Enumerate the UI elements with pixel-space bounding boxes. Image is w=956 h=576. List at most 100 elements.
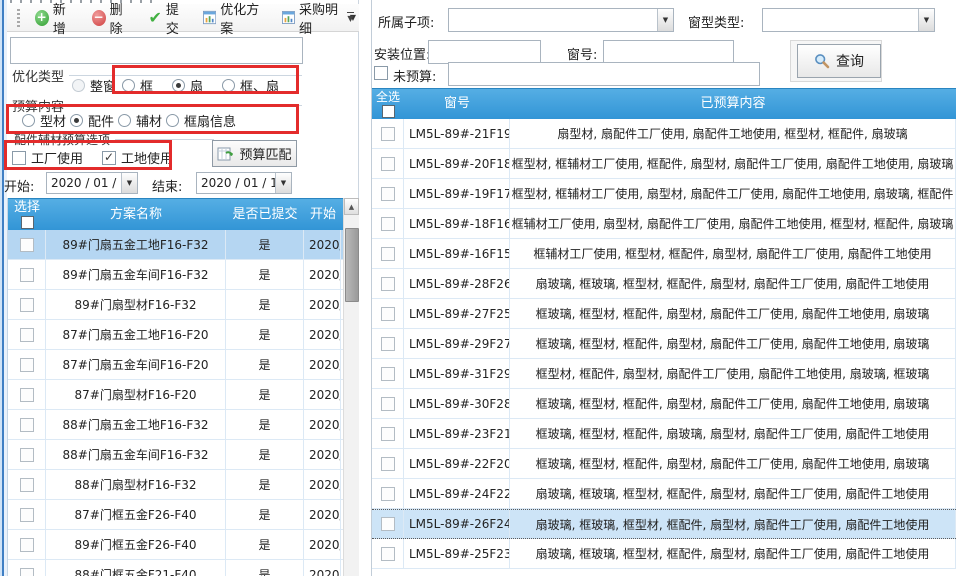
- row-checkbox[interactable]: [20, 328, 34, 342]
- table-row[interactable]: LM5L-89#-25F23 扇玻璃, 框玻璃, 框型材, 框配件, 扇型材, …: [372, 539, 956, 569]
- row-checkbox[interactable]: [381, 247, 395, 261]
- table-row[interactable]: LM5L-89#-16F15 框辅材工厂使用, 框型材, 框配件, 扇型材, 扇…: [372, 239, 956, 269]
- no-budget-input[interactable]: [448, 62, 760, 86]
- row-checkbox[interactable]: [381, 337, 395, 351]
- row-checkbox[interactable]: [381, 127, 395, 141]
- chevron-down-icon[interactable]: ▼: [275, 173, 291, 193]
- query-button[interactable]: 查询: [797, 44, 881, 78]
- install-position-input[interactable]: [428, 40, 541, 64]
- row-checkbox[interactable]: [20, 418, 34, 432]
- scheme-filter-input[interactable]: [10, 37, 303, 64]
- table-row[interactable]: 88#门框五金F21-F40 是 2020/0: [8, 560, 359, 576]
- optimize-plan-button[interactable]: 优化方案: [200, 0, 269, 39]
- table-row[interactable]: LM5L-89#-20F18 框型材, 框辅材工厂使用, 框配件, 扇型材, 扇…: [372, 149, 956, 179]
- row-checkbox[interactable]: [20, 568, 34, 576]
- toolbar-grip[interactable]: [17, 9, 20, 27]
- table-row[interactable]: LM5L-89#-31F29 框型材, 框配件, 扇型材, 扇配件工厂使用, 扇…: [372, 359, 956, 389]
- table-row[interactable]: LM5L-89#-23F21 框玻璃, 框型材, 框配件, 扇玻璃, 扇型材, …: [372, 419, 956, 449]
- row-checkbox[interactable]: [381, 517, 395, 531]
- window-no-cell: LM5L-89#-16F15: [404, 239, 510, 268]
- table-row[interactable]: 88#门扇型材F16-F32 是 2020/0: [8, 470, 359, 500]
- radio-frame-sash[interactable]: 框、扇: [222, 76, 279, 95]
- radio-icon[interactable]: [166, 114, 179, 127]
- chevron-down-icon[interactable]: ▼: [918, 9, 934, 31]
- row-checkbox[interactable]: [20, 298, 34, 312]
- checkbox-site-use[interactable]: 工地使用: [102, 148, 173, 167]
- radio-icon[interactable]: [222, 79, 235, 92]
- radio-frame-sash-info[interactable]: 框扇信息: [166, 111, 236, 130]
- row-checkbox[interactable]: [381, 187, 395, 201]
- radio-sash[interactable]: 扇: [172, 76, 203, 95]
- add-button[interactable]: + 新增: [32, 0, 79, 39]
- radio-icon[interactable]: [22, 114, 35, 127]
- radio-frame[interactable]: 框: [122, 76, 153, 95]
- sub-item-select[interactable]: ▼: [448, 8, 674, 32]
- radio-icon[interactable]: [122, 79, 135, 92]
- table-row[interactable]: LM5L-89#-28F26 扇玻璃, 框玻璃, 框型材, 框配件, 扇型材, …: [372, 269, 956, 299]
- row-checkbox[interactable]: [20, 238, 34, 252]
- row-checkbox[interactable]: [381, 487, 395, 501]
- checkbox-icon[interactable]: [102, 151, 116, 165]
- table-row[interactable]: 87#门框五金F26-F40 是 2020/0: [8, 500, 359, 530]
- vertical-scrollbar[interactable]: ▲: [343, 198, 359, 576]
- row-checkbox[interactable]: [381, 217, 395, 231]
- table-row[interactable]: 89#门框五金F26-F40 是 2020/0: [8, 530, 359, 560]
- row-checkbox[interactable]: [381, 277, 395, 291]
- table-row[interactable]: LM5L-89#-30F28 框玻璃, 框型材, 框配件, 扇型材, 扇配件工厂…: [372, 389, 956, 419]
- radio-icon[interactable]: [70, 114, 83, 127]
- checkbox-factory-use[interactable]: 工厂使用: [12, 148, 83, 167]
- scroll-up-icon[interactable]: ▲: [344, 198, 359, 215]
- budget-match-button[interactable]: 预算匹配: [212, 140, 297, 167]
- row-checkbox[interactable]: [20, 358, 34, 372]
- row-checkbox[interactable]: [381, 397, 395, 411]
- end-date-picker[interactable]: 2020 / 01 / 13 ▼: [196, 172, 292, 194]
- toolbar-overflow-button[interactable]: ▼: [344, 10, 357, 30]
- row-checkbox[interactable]: [381, 157, 395, 171]
- table-row[interactable]: LM5L-89#-21F19 扇型材, 扇配件工厂使用, 扇配件工地使用, 框型…: [372, 119, 956, 149]
- row-checkbox[interactable]: [381, 307, 395, 321]
- table-row[interactable]: LM5L-89#-19F17 框型材, 框辅材工厂使用, 扇型材, 扇配件工厂使…: [372, 179, 956, 209]
- table-row[interactable]: LM5L-89#-29F27 框玻璃, 框型材, 框配件, 扇型材, 扇配件工厂…: [372, 329, 956, 359]
- checkbox-icon[interactable]: [12, 151, 26, 165]
- table-row[interactable]: 88#门扇五金车间F16-F32 是 2020/0: [8, 440, 359, 470]
- submit-button[interactable]: ✔ 提交: [145, 0, 190, 39]
- table-row[interactable]: 89#门扇五金车间F16-F32 是 2020/0: [8, 260, 359, 290]
- chevron-down-icon[interactable]: ▼: [657, 9, 673, 31]
- row-checkbox[interactable]: [20, 478, 34, 492]
- collapsed-panel-edge[interactable]: [0, 0, 7, 576]
- window-no-input[interactable]: [603, 40, 734, 64]
- row-checkbox[interactable]: [381, 457, 395, 471]
- table-row[interactable]: LM5L-89#-22F20 框玻璃, 框型材, 框配件, 扇型材, 扇配件工厂…: [372, 449, 956, 479]
- delete-button[interactable]: − 删除: [89, 0, 136, 39]
- radio-profile[interactable]: 型材: [22, 111, 66, 130]
- select-all-checkbox[interactable]: [382, 105, 395, 118]
- select-all-checkbox[interactable]: [21, 216, 34, 229]
- table-row[interactable]: 87#门扇五金工地F16-F20 是 2020/0: [8, 320, 359, 350]
- table-row[interactable]: LM5L-89#-18F16 框辅材工厂使用, 扇型材, 扇配件工厂使用, 扇配…: [372, 209, 956, 239]
- table-row[interactable]: LM5L-89#-27F25 框玻璃, 框型材, 框配件, 扇型材, 扇配件工厂…: [372, 299, 956, 329]
- table-row[interactable]: LM5L-89#-24F22 扇玻璃, 框玻璃, 框型材, 框配件, 扇型材, …: [372, 479, 956, 509]
- row-checkbox[interactable]: [20, 448, 34, 462]
- row-checkbox[interactable]: [381, 427, 395, 441]
- row-checkbox[interactable]: [381, 367, 395, 381]
- table-row[interactable]: 89#门扇五金工地F16-F32 是 2020/0: [8, 230, 359, 260]
- window-type-select[interactable]: ▼: [762, 8, 935, 32]
- row-checkbox[interactable]: [381, 547, 395, 561]
- table-row[interactable]: 89#门扇型材F16-F32 是 2020/0: [8, 290, 359, 320]
- table-row[interactable]: LM5L-89#-26F24 扇玻璃, 框玻璃, 框型材, 框配件, 扇型材, …: [372, 509, 956, 539]
- row-checkbox[interactable]: [20, 538, 34, 552]
- row-checkbox[interactable]: [20, 508, 34, 522]
- row-checkbox[interactable]: [20, 388, 34, 402]
- radio-icon[interactable]: [172, 79, 185, 92]
- scrollbar-thumb[interactable]: [345, 228, 359, 302]
- radio-icon[interactable]: [118, 114, 131, 127]
- chevron-down-icon[interactable]: ▼: [121, 173, 137, 193]
- radio-auxiliary[interactable]: 辅材: [118, 111, 162, 130]
- table-row[interactable]: 88#门扇五金工地F16-F32 是 2020/0: [8, 410, 359, 440]
- table-row[interactable]: 87#门扇五金车间F16-F20 是 2020/0: [8, 350, 359, 380]
- table-row[interactable]: 87#门扇型材F16-F20 是 2020/0: [8, 380, 359, 410]
- no-budget-checkbox[interactable]: [374, 66, 388, 80]
- row-checkbox[interactable]: [20, 268, 34, 282]
- start-date-picker[interactable]: 2020 / 01 / 1 ▼: [46, 172, 138, 194]
- radio-accessory[interactable]: 配件: [70, 111, 114, 130]
